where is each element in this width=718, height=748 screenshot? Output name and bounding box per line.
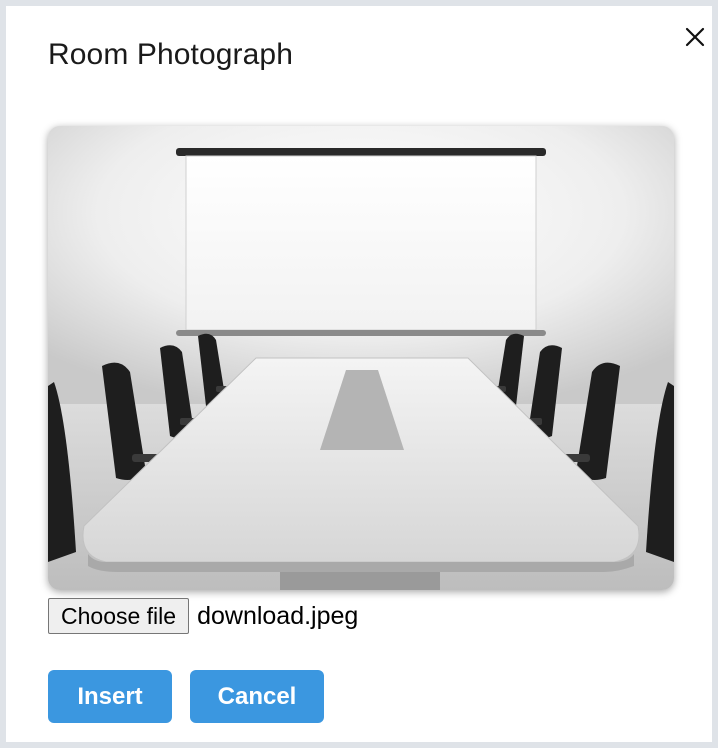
room-photograph-dialog: Room Photograph Choose file download.jpe… — [6, 6, 712, 742]
close-icon — [685, 27, 705, 47]
room-photo — [48, 126, 674, 590]
selected-file-name: download.jpeg — [197, 601, 359, 630]
cancel-button[interactable]: Cancel — [190, 670, 324, 723]
file-input-row: Choose file download.jpeg — [48, 596, 358, 636]
close-button[interactable] — [678, 20, 712, 54]
insert-button[interactable]: Insert — [48, 670, 172, 723]
dialog-title: Room Photograph — [48, 38, 293, 71]
choose-file-button[interactable]: Choose file — [48, 598, 190, 634]
